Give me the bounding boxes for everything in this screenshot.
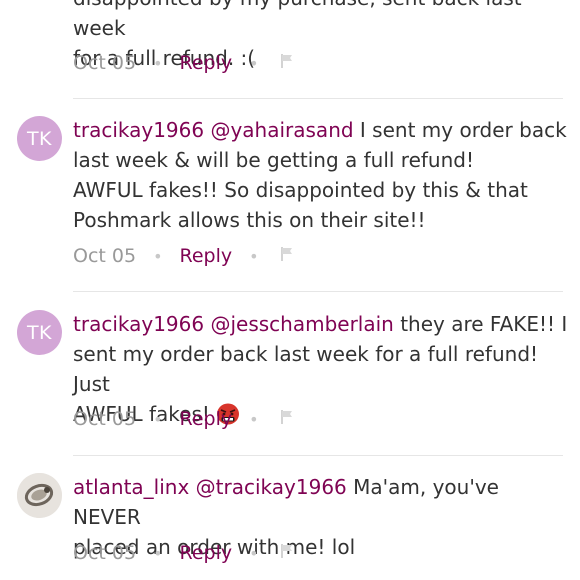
mention-link[interactable]: @yahairasand — [210, 118, 353, 142]
reply-button[interactable]: Reply — [180, 408, 233, 430]
separator-dot: • — [153, 543, 163, 563]
username-link[interactable]: tracikay1966 — [73, 118, 204, 142]
reply-button[interactable]: Reply — [180, 245, 233, 267]
separator-dot: • — [249, 543, 259, 563]
username-link[interactable]: atlanta_linx — [73, 475, 189, 499]
comment-line: tracikay1966 @yahairasand I sent my orde… — [73, 115, 568, 145]
separator-dot: • — [249, 246, 259, 266]
flag-icon[interactable] — [280, 52, 294, 74]
comment-line: atlanta_linx @tracikay1966 Ma'am, you've… — [73, 472, 568, 532]
flag-icon[interactable] — [280, 542, 294, 564]
comment-date: Oct 05 — [73, 542, 137, 564]
flag-icon[interactable] — [280, 408, 294, 430]
username-link[interactable]: tracikay1966 — [73, 312, 204, 336]
comment-line: AWFUL fakes!! So disappointed by this & … — [73, 178, 528, 202]
reply-button[interactable]: Reply — [180, 52, 233, 74]
reply-button[interactable]: Reply — [180, 542, 233, 564]
comment-line: disappointed by my purchase, sent back l… — [73, 0, 522, 40]
comment-divider — [73, 98, 563, 99]
comment-date: Oct 05 — [73, 52, 137, 74]
user-avatar[interactable] — [17, 473, 62, 518]
mention-link[interactable]: @jesschamberlain — [210, 312, 393, 336]
separator-dot: • — [249, 53, 259, 73]
comment-text: tracikay1966 @yahairasand I sent my orde… — [73, 115, 568, 235]
comment-date: Oct 05 — [73, 408, 137, 430]
separator-dot: • — [249, 409, 259, 429]
comment-divider — [73, 291, 563, 292]
mention-link[interactable]: @tracikay1966 — [196, 475, 347, 499]
user-avatar[interactable]: TK — [17, 116, 62, 161]
separator-dot: • — [153, 409, 163, 429]
comment-meta: Oct 05 • Reply • — [73, 404, 294, 434]
comment-line: Poshmark allows this on their site!! — [73, 208, 426, 232]
comment-meta: Oct 05 • Reply • — [73, 241, 294, 271]
flag-icon[interactable] — [280, 245, 294, 267]
user-avatar[interactable]: TK — [17, 310, 62, 355]
comment-line: tracikay1966 @jesschamberlain they are F… — [73, 309, 568, 339]
comment-date: Oct 05 — [73, 245, 137, 267]
comment-fragment: they are FAKE!! I — [393, 312, 568, 336]
separator-dot: • — [153, 246, 163, 266]
comment-meta: Oct 05 • Reply • — [73, 48, 294, 78]
comment-fragment: I sent my order back — [353, 118, 567, 142]
separator-dot: • — [153, 53, 163, 73]
comment-meta: Oct 05 • Reply • — [73, 538, 294, 568]
comment-divider — [73, 455, 563, 456]
comment-line: sent my order back last week for a full … — [73, 342, 539, 396]
comment-line: last week & will be getting a full refun… — [73, 148, 474, 172]
